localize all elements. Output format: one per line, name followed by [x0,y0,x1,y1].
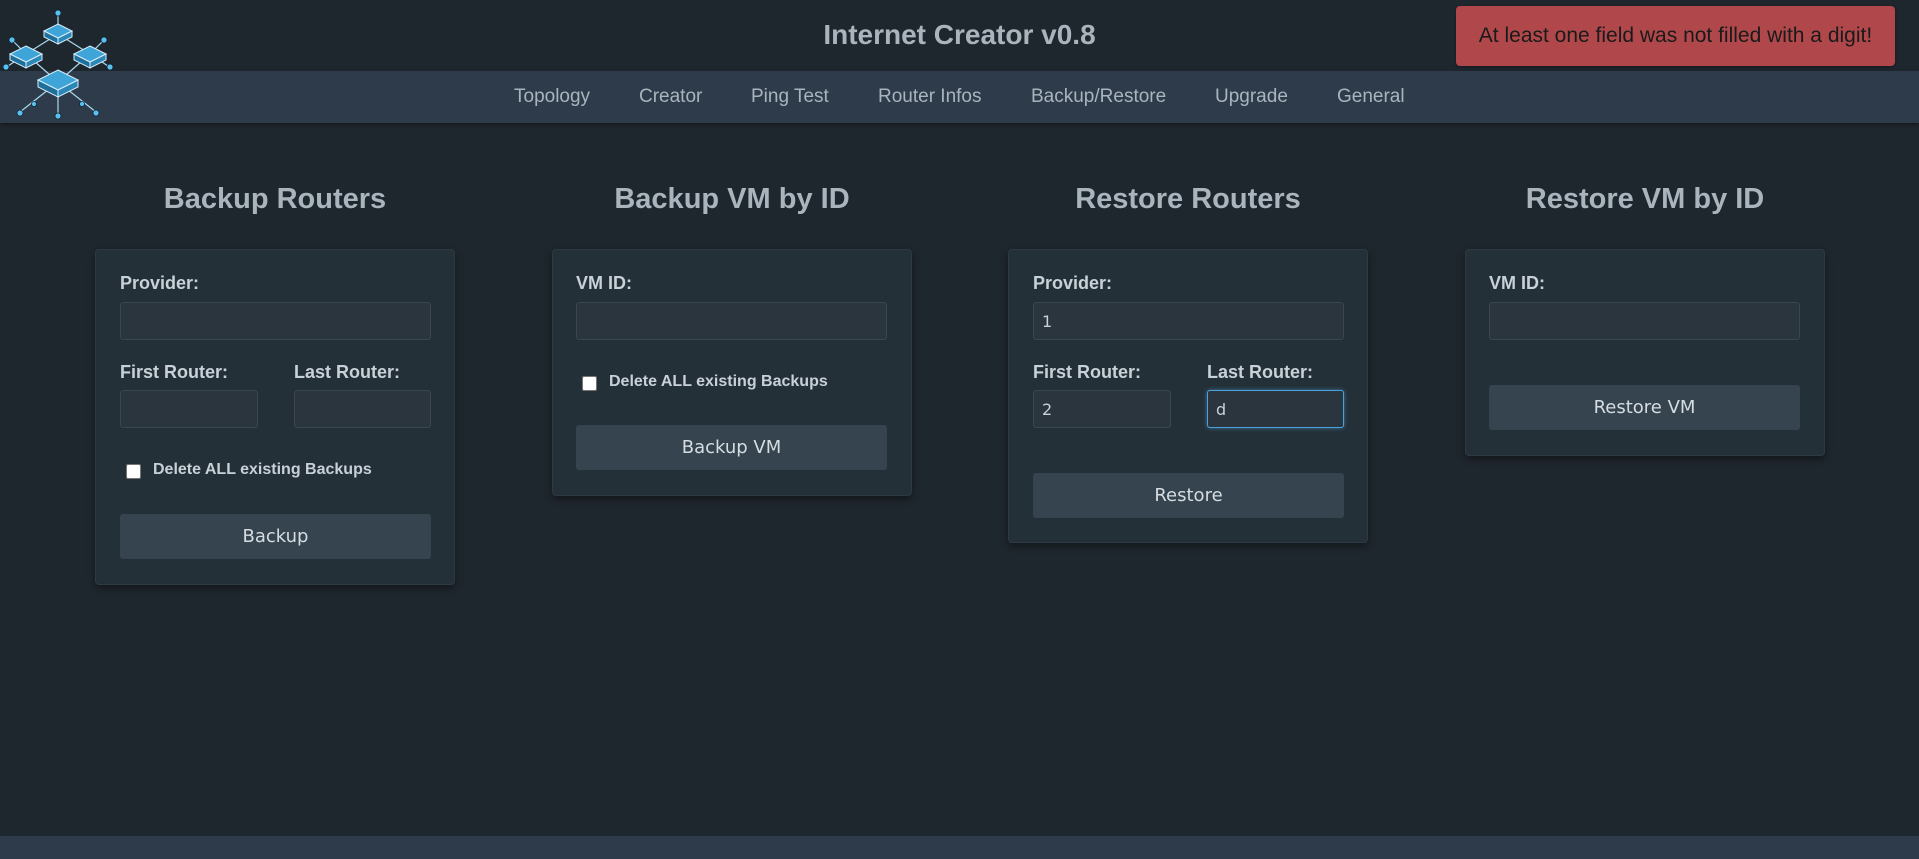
restore-first-router-input[interactable]: 2 [1033,390,1171,428]
main-navigation: Topology Creator Ping Test Router Infos … [0,71,1919,123]
last-router-label: Last Router: [1207,362,1314,382]
footer-bar [0,836,1919,859]
restore-routers-title: Restore Routers [1075,183,1301,215]
nav-creator[interactable]: Creator [639,86,702,108]
network-logo-icon [2,9,114,120]
nav-ping-test[interactable]: Ping Test [751,86,829,108]
backup-vm-title: Backup VM by ID [614,183,850,215]
nav-topology[interactable]: Topology [514,86,590,108]
vm-id-label: VM ID: [1489,273,1545,293]
first-router-label: First Router: [120,362,228,382]
delete-all-label: Delete ALL existing Backups [609,373,828,390]
backup-button[interactable]: Backup [120,514,431,559]
restore-vm-id-input[interactable] [1489,302,1800,340]
first-router-label: First Router: [1033,362,1141,382]
provider-label: Provider: [1033,273,1113,293]
delete-all-label: Delete ALL existing Backups [153,461,372,478]
backup-vm-card: VM ID: Delete ALL existing Backups Backu… [552,249,912,496]
vm-id-label: VM ID: [576,273,632,293]
nav-router-infos[interactable]: Router Infos [878,86,982,108]
nav-backup-restore[interactable]: Backup/Restore [1031,86,1166,108]
restore-vm-card: VM ID: Restore VM [1465,249,1825,456]
restore-button[interactable]: Restore [1033,473,1344,518]
restore-last-router-input[interactable]: d [1207,390,1344,428]
error-alert: At least one field was not filled with a… [1456,6,1895,66]
backup-routers-title: Backup Routers [163,183,387,215]
restore-provider-input[interactable]: 1 [1033,302,1344,340]
restore-routers-card: Provider: 1 First Router: Last Router: 2… [1008,249,1368,543]
last-router-label: Last Router: [294,362,401,382]
backup-vm-delete-all-checkbox[interactable] [582,376,597,391]
backup-first-router-input[interactable] [120,390,258,428]
nav-general[interactable]: General [1337,86,1405,108]
backup-vm-id-input[interactable] [576,302,887,340]
restore-vm-button[interactable]: Restore VM [1489,385,1800,430]
backup-vm-button[interactable]: Backup VM [576,425,887,470]
provider-label: Provider: [120,273,200,293]
backup-routers-card: Provider: First Router: Last Router: Del… [95,249,455,585]
nav-upgrade[interactable]: Upgrade [1215,86,1288,108]
app-root: Internet Creator v0.8 Topology Creator P… [0,0,1919,859]
backup-last-router-input[interactable] [294,390,431,428]
restore-vm-title: Restore VM by ID [1525,183,1765,215]
backup-delete-all-checkbox[interactable] [126,464,141,479]
backup-provider-input[interactable] [120,302,431,340]
